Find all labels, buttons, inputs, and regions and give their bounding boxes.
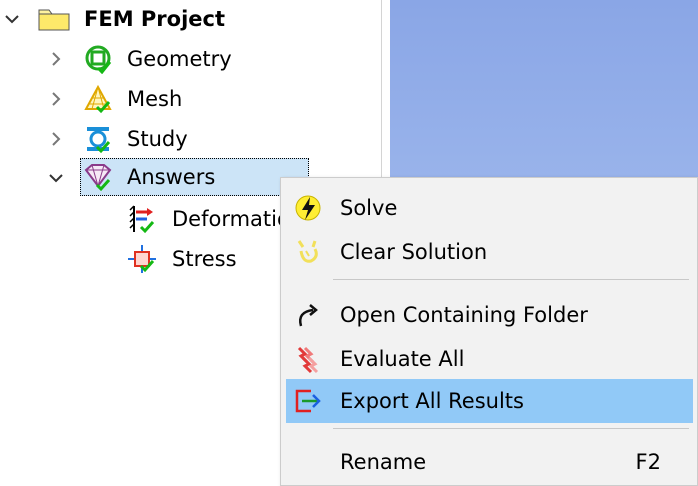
deformation-icon bbox=[124, 204, 160, 234]
menu-item-label: Rename bbox=[340, 450, 427, 474]
answers-icon bbox=[80, 162, 116, 192]
tree-item-label: Answers bbox=[127, 165, 216, 189]
menu-item-rename[interactable]: Rename F2 bbox=[286, 440, 693, 484]
menu-item-solve[interactable]: Solve bbox=[286, 186, 693, 230]
menu-item-open-containing-folder[interactable]: Open Containing Folder bbox=[286, 293, 693, 337]
tree-item-label: Mesh bbox=[127, 87, 183, 111]
export-icon bbox=[286, 379, 330, 423]
study-icon bbox=[80, 124, 116, 154]
menu-item-label: Solve bbox=[340, 196, 398, 220]
menu-item-label: Evaluate All bbox=[340, 347, 465, 371]
tree-item-answers[interactable]: Answers bbox=[80, 158, 309, 196]
chevron-right-icon[interactable] bbox=[46, 89, 66, 109]
chevron-down-icon[interactable] bbox=[2, 9, 22, 29]
menu-item-evaluate-all[interactable]: Evaluate All bbox=[286, 337, 693, 381]
stress-icon bbox=[124, 244, 160, 274]
menu-item-export-all-results[interactable]: Export All Results bbox=[286, 379, 693, 423]
tree-item-label: Stress bbox=[172, 247, 237, 271]
tree-item-label: Geometry bbox=[127, 47, 232, 71]
chevron-right-icon[interactable] bbox=[46, 129, 66, 149]
chevron-down-icon[interactable] bbox=[46, 168, 66, 188]
mesh-icon bbox=[80, 84, 116, 114]
tree-item-label: Study bbox=[127, 127, 188, 151]
menu-separator bbox=[333, 279, 689, 280]
menu-item-label: Open Containing Folder bbox=[340, 303, 588, 327]
tree-item-label: Deformatio bbox=[172, 207, 290, 231]
menu-item-label: Clear Solution bbox=[340, 240, 488, 264]
tree-item-geometry[interactable]: Geometry bbox=[0, 44, 300, 74]
evaluate-all-icon bbox=[286, 337, 330, 381]
menu-item-label: Export All Results bbox=[340, 389, 524, 413]
clear-solution-icon bbox=[286, 230, 330, 274]
tree-item-study[interactable]: Study bbox=[0, 124, 300, 154]
chevron-right-icon[interactable] bbox=[46, 49, 66, 69]
menu-separator bbox=[333, 428, 689, 429]
context-menu: Solve Clear Solution Open Containing Fol… bbox=[280, 177, 698, 486]
solve-lightning-icon bbox=[286, 186, 330, 230]
menu-item-clear-solution[interactable]: Clear Solution bbox=[286, 230, 693, 274]
tree-item-mesh[interactable]: Mesh bbox=[0, 84, 300, 114]
open-folder-arrow-icon bbox=[286, 293, 330, 337]
folder-icon bbox=[36, 4, 72, 34]
tree-item-label: FEM Project bbox=[84, 7, 226, 31]
geometry-icon bbox=[80, 44, 116, 74]
menu-item-shortcut: F2 bbox=[635, 450, 661, 474]
